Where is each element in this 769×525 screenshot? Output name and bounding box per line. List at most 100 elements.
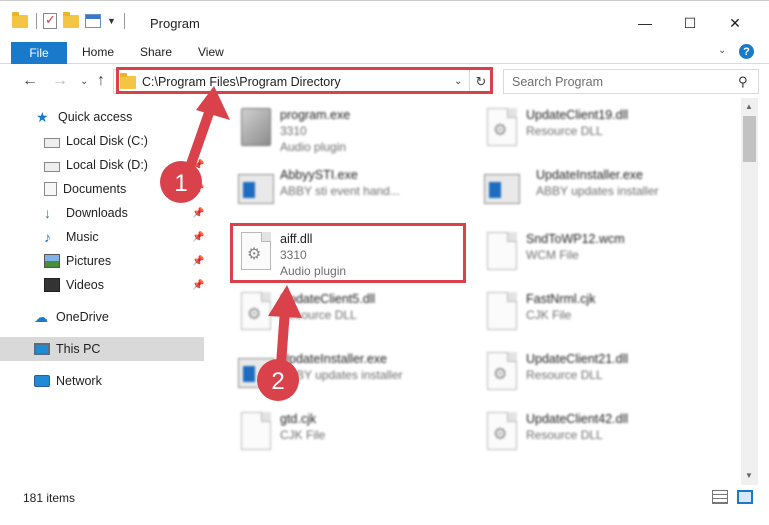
generic-file-icon <box>484 232 520 274</box>
large-icons-view-icon[interactable] <box>737 490 753 504</box>
list-item[interactable]: FastNrml.cjk CJK File <box>480 286 710 340</box>
status-bar: 181 items <box>0 485 769 511</box>
pin-icon[interactable]: 📌 <box>192 184 204 195</box>
search-box[interactable]: Search Program ⚲ <box>503 69 759 94</box>
recent-locations-chevron-icon[interactable]: ⌄ <box>80 76 88 87</box>
pin-icon[interactable]: 📌 <box>192 280 204 291</box>
toolbar-divider <box>123 13 125 29</box>
back-arrow-icon[interactable]: ← <box>22 72 38 90</box>
sidebar-item-label: Pictures <box>66 254 112 268</box>
file-detail: WCM File <box>526 248 579 262</box>
sidebar-item-label: OneDrive <box>56 310 109 324</box>
sidebar-item-downloads[interactable]: ↓ Downloads 📌 <box>0 201 204 225</box>
list-item[interactable]: UpdateInstaller.exe ABBY updates install… <box>480 162 710 216</box>
dll-file-icon: ⚙ <box>484 108 520 150</box>
star-icon: ★ <box>36 109 49 125</box>
help-icon[interactable]: ? <box>739 44 754 59</box>
download-arrow-icon: ↓ <box>44 205 51 221</box>
file-detail: Audio plugin <box>280 140 347 154</box>
application-icon <box>238 352 274 394</box>
list-item[interactable]: gtd.cjk CJK File <box>234 406 464 460</box>
scroll-down-icon[interactable]: ▼ <box>745 471 753 480</box>
file-detail: Resource DLL <box>280 308 357 322</box>
sidebar-item-quick-access[interactable]: ★ Quick access <box>0 105 204 129</box>
maximize-button[interactable]: ☐ <box>667 9 713 37</box>
details-view-icon[interactable] <box>712 490 728 504</box>
file-name: UpdateClient21.dll <box>526 352 629 366</box>
tab-home[interactable]: Home <box>82 45 114 59</box>
list-item[interactable]: AbbyySTI.exe ABBY sti event hand... <box>234 162 464 216</box>
sidebar-item-local-disk-d[interactable]: Local Disk (D:) 📌 <box>0 153 204 177</box>
file-list: program.exe 3310 Audio plugin ⚙ UpdateCl… <box>208 98 741 485</box>
dll-file-icon: ⚙ <box>484 352 520 394</box>
tab-share[interactable]: Share <box>140 45 172 59</box>
sidebar-item-label: Videos <box>66 278 104 292</box>
file-highlight-box <box>230 223 466 283</box>
tab-view[interactable]: View <box>198 45 224 59</box>
pin-icon[interactable]: 📌 <box>192 208 204 219</box>
item-count: 181 items <box>23 491 76 505</box>
window-title: Program <box>150 16 200 31</box>
file-name: program.exe <box>280 108 351 122</box>
properties-check-icon[interactable] <box>43 12 57 29</box>
navigation-pane: ★ Quick access Local Disk (C:) 📌 Local D… <box>0 98 208 485</box>
address-highlight-box <box>116 67 493 94</box>
list-item[interactable]: ⚙ UpdateClient42.dll Resource DLL <box>480 406 710 460</box>
new-folder-icon[interactable] <box>63 11 79 28</box>
pin-icon[interactable]: 📌 <box>192 160 204 171</box>
minimize-button[interactable]: — <box>622 9 668 37</box>
sidebar-item-this-pc[interactable]: This PC <box>0 337 204 361</box>
cloud-icon: ☁ <box>34 309 48 325</box>
list-item[interactable]: SndToWP12.wcm WCM File <box>480 226 710 280</box>
up-arrow-icon[interactable]: ↑ <box>97 72 105 90</box>
sidebar-item-label: Music <box>66 230 99 244</box>
list-item[interactable]: program.exe 3310 Audio plugin <box>234 102 464 156</box>
tab-file[interactable]: File <box>11 42 67 64</box>
file-detail: Resource DLL <box>526 368 603 382</box>
list-item[interactable]: ⚙ UpdateClient21.dll Resource DLL <box>480 346 710 400</box>
sidebar-item-label: This PC <box>56 342 101 356</box>
scroll-up-icon[interactable]: ▲ <box>745 102 753 111</box>
list-item[interactable]: ⚙ UpdateClient5.dll Resource DLL <box>234 286 464 340</box>
expand-ribbon-icon[interactable]: ⌄ <box>718 45 726 56</box>
list-item[interactable]: ⚙ UpdateClient19.dll Resource DLL <box>480 102 710 156</box>
pin-icon[interactable]: 📌 <box>192 136 204 147</box>
folder-icon[interactable] <box>12 11 28 28</box>
pin-icon[interactable]: 📌 <box>192 256 204 267</box>
sidebar-item-local-disk-c[interactable]: Local Disk (C:) 📌 <box>0 129 204 153</box>
search-icon[interactable]: ⚲ <box>738 74 748 90</box>
properties-icon[interactable] <box>85 14 101 28</box>
minimize-icon: — <box>638 15 652 31</box>
sidebar-item-documents[interactable]: Documents 📌 <box>0 177 204 201</box>
sidebar-item-videos[interactable]: Videos 📌 <box>0 273 204 297</box>
customize-toolbar-icon[interactable]: ▼ <box>107 16 116 26</box>
vertical-scrollbar[interactable]: ▲ ▼ <box>741 98 758 485</box>
documents-icon <box>44 182 57 196</box>
application-icon <box>484 168 520 210</box>
network-icon <box>34 375 50 387</box>
file-detail: ABBY updates installer <box>536 184 659 198</box>
file-name: UpdateClient42.dll <box>526 412 629 426</box>
quick-access-toolbar: ▼ <box>12 11 125 29</box>
sidebar-item-label: Local Disk (C:) <box>66 134 148 148</box>
search-placeholder: Search Program <box>512 75 604 89</box>
maximize-icon: ☐ <box>683 14 697 31</box>
list-item[interactable]: UpdateInstaller.exe ABBY updates install… <box>234 346 464 400</box>
application-icon <box>238 168 274 210</box>
file-detail: ABBY updates installer <box>280 368 403 382</box>
file-name: FastNrml.cjk <box>526 292 596 306</box>
forward-arrow-icon[interactable]: → <box>52 72 68 90</box>
close-button[interactable]: ✕ <box>712 9 758 37</box>
scrollbar-thumb[interactable] <box>743 116 756 162</box>
file-detail: CJK File <box>280 428 326 442</box>
disk-icon <box>44 161 60 172</box>
sidebar-item-network[interactable]: Network <box>0 369 204 393</box>
file-detail: ABBY sti event hand... <box>280 184 400 198</box>
sidebar-item-onedrive[interactable]: ☁ OneDrive <box>0 305 204 329</box>
file-detail: CJK File <box>526 308 572 322</box>
sidebar-item-music[interactable]: ♪ Music 📌 <box>0 225 204 249</box>
pin-icon[interactable]: 📌 <box>192 232 204 243</box>
file-name: gtd.cjk <box>280 412 317 426</box>
sidebar-item-pictures[interactable]: Pictures 📌 <box>0 249 204 273</box>
generic-file-icon <box>238 412 274 454</box>
